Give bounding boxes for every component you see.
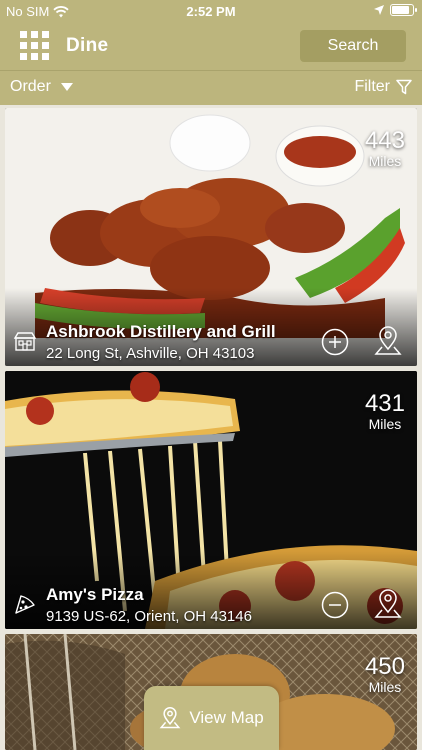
search-button[interactable]: Search: [300, 30, 406, 62]
distance-unit: Miles: [368, 679, 402, 695]
filter-label: Filter: [354, 78, 390, 95]
map-pin-icon[interactable]: [373, 325, 403, 357]
status-right: [374, 4, 417, 16]
distance-badge: 450 Miles: [364, 653, 405, 695]
order-dropdown[interactable]: Order: [10, 78, 73, 96]
grid-menu-icon[interactable]: [20, 31, 50, 61]
map-pin-icon[interactable]: [373, 588, 403, 620]
distance-unit: Miles: [368, 153, 402, 169]
restaurant-icon: [13, 332, 37, 351]
caret-down-icon: [60, 83, 73, 91]
distance-value: 431: [364, 390, 405, 417]
view-map-label: View Map: [189, 708, 264, 727]
order-label: Order: [10, 78, 51, 95]
restaurant-address: 9139 US-62, Orient, OH 43146: [46, 608, 252, 625]
location-arrow-icon: [374, 5, 384, 15]
restaurant-card[interactable]: 431 Miles Amy's Pizza 9139 US-62, Orient…: [5, 371, 417, 629]
status-time: 2:52 PM: [186, 4, 236, 19]
distance-value: 450: [364, 653, 405, 680]
sort-filter-bar: Order Filter: [0, 70, 422, 105]
battery-icon: [390, 4, 417, 16]
minus-circle-icon[interactable]: [321, 591, 349, 619]
distance-value: 443: [364, 127, 405, 154]
funnel-icon: [396, 79, 412, 95]
restaurant-name: Amy's Pizza: [46, 585, 144, 604]
distance-unit: Miles: [368, 416, 402, 432]
map-pin-icon: [159, 707, 181, 729]
filter-button[interactable]: Filter: [354, 78, 412, 96]
status-bar: No SIM 2:52 PM: [0, 0, 422, 22]
page-title: Dine: [66, 35, 109, 56]
nav-bar: Dine Search: [0, 22, 422, 70]
plus-circle-icon[interactable]: [321, 328, 349, 356]
restaurant-card[interactable]: 443 Miles Ashbrook Distillery and Grill …: [5, 108, 417, 366]
restaurant-address: 22 Long St, Ashville, OH 43103: [46, 345, 255, 362]
restaurant-name: Ashbrook Distillery and Grill: [46, 322, 276, 341]
pizza-icon: [15, 595, 35, 614]
view-map-button[interactable]: View Map: [144, 686, 279, 750]
distance-badge: 443 Miles: [364, 127, 405, 169]
distance-badge: 431 Miles: [364, 390, 405, 432]
